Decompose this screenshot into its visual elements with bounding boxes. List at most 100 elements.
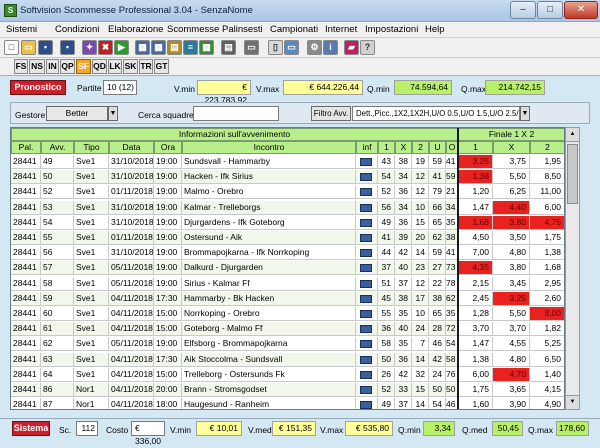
table-cell[interactable]: 1,38	[530, 246, 564, 261]
table-cell[interactable]: 55	[41, 231, 74, 245]
table-cell[interactable]: 28441	[11, 367, 41, 382]
table-cell[interactable]: 34	[395, 200, 412, 215]
table-cell[interactable]: 24	[429, 367, 446, 382]
table-cell[interactable]: Djurgardens - Ifk Goteborg	[182, 215, 356, 230]
table-cell[interactable]: 04/11/2018	[109, 367, 154, 382]
table-cell[interactable]: Sve1	[74, 367, 109, 382]
table-cell[interactable]: 18:00	[154, 398, 182, 409]
table-cell[interactable]: 12	[412, 185, 429, 200]
table-cell[interactable]: 20	[412, 231, 429, 245]
column-header[interactable]: Incontro	[182, 141, 356, 154]
table-cell[interactable]	[356, 185, 378, 200]
table-cell[interactable]: 28441	[11, 155, 41, 169]
table-cell[interactable]: 3,45	[493, 276, 530, 291]
info-card-icon[interactable]	[360, 264, 372, 273]
tab-qp[interactable]: QP	[60, 59, 75, 74]
table-cell[interactable]: Ostersund - Aik	[182, 231, 356, 245]
tab-fs[interactable]: FS	[14, 59, 28, 74]
table-cell[interactable]: 65	[429, 307, 446, 321]
table-cell[interactable]: 04/11/2018	[109, 307, 154, 321]
scroll-thumb[interactable]	[567, 144, 578, 204]
table-cell[interactable]: 24	[412, 322, 429, 337]
table-cell[interactable]: 2,45	[458, 291, 493, 306]
table-cell[interactable]: 63	[41, 352, 74, 367]
table-cell[interactable]: 15:00	[154, 322, 182, 337]
sistema-button[interactable]: Sistema	[12, 421, 50, 436]
table-cell[interactable]: 28441	[11, 170, 41, 185]
table-cell[interactable]: 28441	[11, 215, 41, 230]
table-cell[interactable]: 38	[395, 155, 412, 169]
table-cell[interactable]: 59	[41, 291, 74, 306]
table-cell[interactable]: 56	[378, 200, 395, 215]
table-cell[interactable]: 3,75	[493, 155, 530, 169]
menu-scommesse[interactable]: Scommesse	[167, 24, 219, 35]
table-cell[interactable]: 33	[395, 383, 412, 397]
table-cell[interactable]: 59	[429, 155, 446, 169]
table-cell[interactable]: Haugesund - Ranheim	[182, 398, 356, 409]
table-cell[interactable]: 28441	[11, 231, 41, 245]
column-header[interactable]: Ora	[154, 141, 182, 154]
table-cell[interactable]: 42	[429, 352, 446, 367]
table-cell[interactable]: 35	[395, 307, 412, 321]
wizard-icon[interactable]: ✦	[82, 40, 97, 55]
table-cell[interactable]: 35	[395, 337, 412, 352]
table-cell[interactable]: 2,60	[530, 291, 564, 306]
table-cell[interactable]	[356, 307, 378, 321]
table-cell[interactable]: 5,50	[493, 170, 530, 185]
table-cell[interactable]: Trelleborg - Ostersunds Fk	[182, 367, 356, 382]
search-input[interactable]	[193, 106, 279, 121]
table-cell[interactable]: 3,70	[458, 322, 493, 337]
table-cell[interactable]: 3,70	[493, 322, 530, 337]
table-cell[interactable]: Sve1	[74, 231, 109, 245]
table-cell[interactable]	[356, 231, 378, 245]
table-cell[interactable]: 23	[412, 261, 429, 276]
table-cell[interactable]: 1,75	[458, 383, 493, 397]
table-cell[interactable]: Sve1	[74, 185, 109, 200]
table-cell[interactable]: 26	[378, 367, 395, 382]
table-cell[interactable]: 28441	[11, 337, 41, 352]
table-cell[interactable]: 62	[429, 231, 446, 245]
table-cell[interactable]: 27	[429, 261, 446, 276]
table-cell[interactable]: 12	[412, 170, 429, 185]
chevron-down-icon[interactable]: ▼	[108, 106, 118, 121]
table-cell[interactable]: 1,38	[458, 170, 493, 185]
table-cell[interactable]: 56	[41, 246, 74, 261]
table-cell[interactable]: 39	[395, 231, 412, 245]
table-cell[interactable]: Sve1	[74, 291, 109, 306]
table-cell[interactable]: 6,00	[458, 367, 493, 382]
table-cell[interactable]: 1,20	[458, 185, 493, 200]
table-cell[interactable]: 1,68	[530, 261, 564, 276]
table-cell[interactable]: Sve1	[74, 307, 109, 321]
table-cell[interactable]: Sve1	[74, 200, 109, 215]
table-cell[interactable]: 51	[378, 276, 395, 291]
table-cell[interactable]: 28441	[11, 322, 41, 337]
save-as-icon[interactable]: ▪	[60, 40, 75, 55]
table-cell[interactable]: 14	[412, 398, 429, 409]
table-cell[interactable]: 3,65	[493, 383, 530, 397]
table-cell[interactable]: 4,70	[493, 367, 530, 382]
scroll-up-icon[interactable]: ▲	[566, 128, 579, 142]
info-card-icon[interactable]	[360, 401, 372, 409]
table-cell[interactable]: 1,82	[530, 322, 564, 337]
table-cell[interactable]: 42	[395, 246, 412, 261]
table-cell[interactable]: 4,40	[493, 200, 530, 215]
table-cell[interactable]: Sve1	[74, 155, 109, 169]
list-icon[interactable]: ≡	[183, 40, 198, 55]
column-header[interactable]: Avv.	[41, 141, 74, 154]
table-cell[interactable]	[356, 367, 378, 382]
table-cell[interactable]: 65	[429, 215, 446, 230]
table-cell[interactable]	[356, 398, 378, 409]
menu-sistemi[interactable]: Sistemi	[6, 24, 37, 35]
table-cell[interactable]: 45	[378, 291, 395, 306]
table-cell[interactable]: 50	[41, 170, 74, 185]
save-icon[interactable]: ▪	[38, 40, 53, 55]
column-header[interactable]: X	[395, 141, 412, 154]
table-cell[interactable]: Sve1	[74, 352, 109, 367]
table-cell[interactable]: 28441	[11, 291, 41, 306]
table-cell[interactable]: 1,40	[530, 367, 564, 382]
tab-sf[interactable]: SF	[76, 59, 91, 74]
table-cell[interactable]: 19:00	[154, 276, 182, 291]
table-cell[interactable]: 58	[378, 337, 395, 352]
table-cell[interactable]: 49	[378, 398, 395, 409]
table-icon[interactable]: ▦	[135, 40, 150, 55]
